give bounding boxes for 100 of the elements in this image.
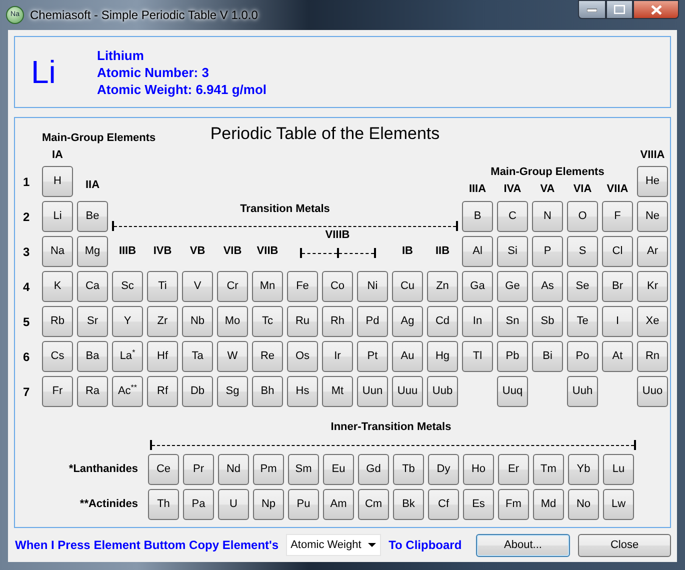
- element-button[interactable]: W: [217, 341, 248, 372]
- copy-field-dropdown[interactable]: Atomic Weight: [286, 534, 381, 556]
- element-button[interactable]: Zr: [147, 306, 178, 337]
- element-button[interactable]: Os: [287, 341, 318, 372]
- element-button[interactable]: Sr: [77, 306, 108, 337]
- element-button[interactable]: Xe: [637, 306, 668, 337]
- element-button[interactable]: Cu: [392, 271, 423, 302]
- element-button[interactable]: Tb: [393, 454, 424, 484]
- element-button[interactable]: Mo: [217, 306, 248, 337]
- dialog-button[interactable]: Close: [578, 534, 671, 556]
- element-button[interactable]: Hg: [427, 341, 458, 372]
- element-button[interactable]: U: [218, 488, 249, 520]
- element-button[interactable]: Nd: [218, 454, 249, 484]
- element-button[interactable]: Rb: [42, 306, 73, 337]
- element-button[interactable]: Uuo: [637, 376, 668, 407]
- element-button[interactable]: Sb: [532, 306, 563, 337]
- element-button[interactable]: Ni: [357, 271, 388, 302]
- element-button[interactable]: Hf: [147, 341, 178, 372]
- element-button[interactable]: Ac$^{**}$: [112, 376, 143, 407]
- element-button[interactable]: Na: [42, 236, 73, 267]
- element-button[interactable]: Sm: [288, 454, 319, 484]
- element-button[interactable]: Ar: [637, 236, 668, 267]
- element-button[interactable]: Au: [392, 341, 423, 372]
- element-button[interactable]: Pm: [253, 454, 284, 484]
- element-button[interactable]: C: [497, 201, 528, 232]
- element-button[interactable]: Md: [533, 488, 564, 520]
- element-button[interactable]: Uuu: [392, 376, 423, 407]
- element-button[interactable]: Ga: [462, 271, 493, 302]
- element-button[interactable]: Se: [567, 271, 598, 302]
- element-button[interactable]: Zn: [427, 271, 458, 302]
- element-button[interactable]: No: [568, 488, 599, 520]
- element-button[interactable]: Mn: [252, 271, 283, 302]
- element-button[interactable]: Am: [323, 488, 354, 520]
- element-button[interactable]: Ag: [392, 306, 423, 337]
- element-button[interactable]: Rn: [637, 341, 668, 372]
- element-button[interactable]: Sc: [112, 271, 143, 302]
- element-button[interactable]: H: [42, 166, 73, 197]
- element-button[interactable]: V: [182, 271, 213, 302]
- element-button[interactable]: Ho: [463, 454, 494, 484]
- element-button[interactable]: Ti: [147, 271, 178, 302]
- element-button[interactable]: Tc: [252, 306, 283, 337]
- element-button[interactable]: Ge: [497, 271, 528, 302]
- element-button[interactable]: I: [602, 306, 633, 337]
- element-button[interactable]: S: [567, 236, 598, 267]
- element-button[interactable]: Cr: [217, 271, 248, 302]
- element-button[interactable]: He: [637, 166, 668, 197]
- element-button[interactable]: Mt: [322, 376, 353, 407]
- element-button[interactable]: Pu: [288, 488, 319, 520]
- element-button[interactable]: Ba: [77, 341, 108, 372]
- minimize-button[interactable]: [578, 0, 606, 19]
- dialog-button[interactable]: About...: [476, 534, 570, 556]
- element-button[interactable]: At: [602, 341, 633, 372]
- element-button[interactable]: Be: [77, 201, 108, 232]
- element-button[interactable]: B: [462, 201, 493, 232]
- element-button[interactable]: Bk: [393, 488, 424, 520]
- element-button[interactable]: Fe: [287, 271, 318, 302]
- element-button[interactable]: Sg: [217, 376, 248, 407]
- element-button[interactable]: As: [532, 271, 563, 302]
- element-button[interactable]: Cl: [602, 236, 633, 267]
- element-button[interactable]: Br: [602, 271, 633, 302]
- element-button[interactable]: Cs: [42, 341, 73, 372]
- element-button[interactable]: Tm: [533, 454, 564, 484]
- element-button[interactable]: Ir: [322, 341, 353, 372]
- element-button[interactable]: Pt: [357, 341, 388, 372]
- element-button[interactable]: Dy: [428, 454, 459, 484]
- element-button[interactable]: F: [602, 201, 633, 232]
- close-button[interactable]: [633, 0, 679, 19]
- element-button[interactable]: Th: [148, 488, 179, 520]
- element-button[interactable]: Yb: [568, 454, 599, 484]
- element-button[interactable]: Rf: [147, 376, 178, 407]
- element-button[interactable]: Cf: [428, 488, 459, 520]
- element-button[interactable]: Uuq: [497, 376, 528, 407]
- element-button[interactable]: Te: [567, 306, 598, 337]
- element-button[interactable]: Po: [567, 341, 598, 372]
- element-button[interactable]: Np: [253, 488, 284, 520]
- element-button[interactable]: Hs: [287, 376, 318, 407]
- element-button[interactable]: Cd: [427, 306, 458, 337]
- element-button[interactable]: Y: [112, 306, 143, 337]
- element-button[interactable]: Kr: [637, 271, 668, 302]
- element-button[interactable]: Ne: [637, 201, 668, 232]
- element-button[interactable]: K: [42, 271, 73, 302]
- element-button[interactable]: Er: [498, 454, 529, 484]
- element-button[interactable]: Rh: [322, 306, 353, 337]
- element-button[interactable]: Pd: [357, 306, 388, 337]
- element-button[interactable]: Lu: [603, 454, 634, 484]
- element-button[interactable]: Pa: [183, 488, 214, 520]
- element-button[interactable]: Co: [322, 271, 353, 302]
- element-button[interactable]: Cm: [358, 488, 389, 520]
- element-button[interactable]: Bh: [252, 376, 283, 407]
- element-button[interactable]: Mg: [77, 236, 108, 267]
- element-button[interactable]: Nb: [182, 306, 213, 337]
- element-button[interactable]: P: [532, 236, 563, 267]
- element-button[interactable]: Uub: [427, 376, 458, 407]
- element-button[interactable]: Uun: [357, 376, 388, 407]
- element-button[interactable]: Eu: [323, 454, 354, 484]
- element-button[interactable]: Li: [42, 201, 73, 232]
- element-button[interactable]: Db: [182, 376, 213, 407]
- element-button[interactable]: Pr: [183, 454, 214, 484]
- element-button[interactable]: Lw: [603, 488, 634, 520]
- element-button[interactable]: Si: [497, 236, 528, 267]
